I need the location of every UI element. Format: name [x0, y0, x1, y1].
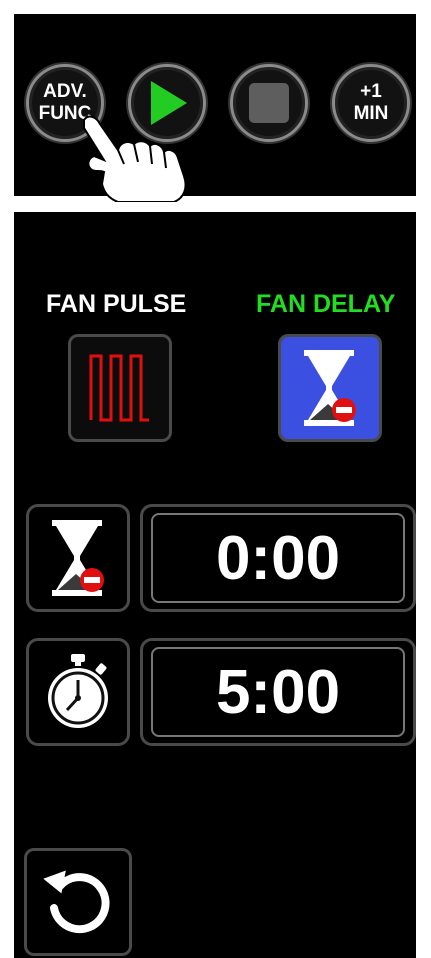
fan-pulse-button[interactable] [68, 334, 172, 442]
plus-one-min-button[interactable]: +1 MIN [332, 64, 410, 142]
reset-button[interactable] [24, 848, 132, 956]
top-control-panel: ADV. FUNC +1 MIN [14, 14, 416, 202]
delay-time-value: 0:00 [215, 523, 341, 593]
settings-panel: FAN PULSE FAN DELAY 0:00 5:00 [14, 212, 416, 958]
fan-delay-label: FAN DELAY [256, 290, 396, 318]
pulse-wave-icon [89, 354, 149, 422]
hourglass-icon [304, 350, 356, 426]
reset-arrow-icon [43, 870, 110, 934]
stop-icon [249, 83, 289, 123]
run-time-icon-box[interactable] [26, 638, 130, 746]
delay-time-display[interactable]: 0:00 [140, 504, 416, 612]
adv-func-label-line1: ADV. [43, 81, 87, 102]
plus-one-label-line1: +1 [360, 81, 382, 102]
plus-one-label-line2: MIN [353, 103, 389, 124]
hand-pointer-icon [83, 115, 187, 202]
run-time-value: 5:00 [215, 657, 341, 727]
stop-button[interactable] [230, 64, 308, 142]
fan-delay-button[interactable] [278, 334, 382, 442]
hourglass-icon [52, 520, 104, 596]
stopwatch-icon [48, 654, 108, 728]
run-time-display[interactable]: 5:00 [140, 638, 416, 746]
fan-pulse-label: FAN PULSE [46, 290, 187, 318]
delay-time-icon-box[interactable] [26, 504, 130, 612]
